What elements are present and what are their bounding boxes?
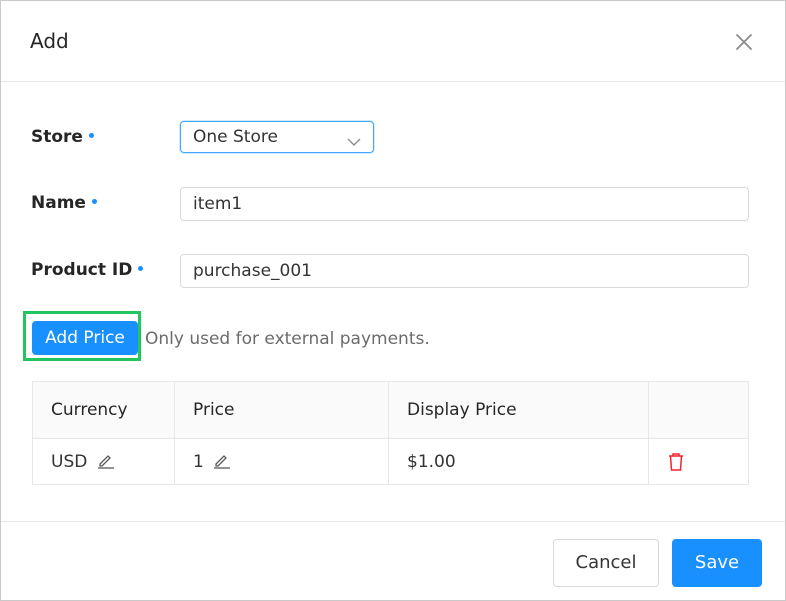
table-header-row: Currency Price Display Price — [32, 381, 749, 439]
product-id-label: Product ID — [31, 260, 144, 280]
column-header-currency: Currency — [32, 381, 175, 439]
dialog-footer: Cancel Save — [1, 521, 785, 601]
store-label-text: Store — [31, 127, 83, 147]
store-select[interactable]: One Store — [180, 121, 374, 153]
dialog-title: Add — [30, 29, 69, 53]
name-input-value: item1 — [193, 194, 243, 214]
column-header-actions — [648, 381, 749, 439]
actions-cell — [648, 438, 749, 485]
save-button[interactable]: Save — [672, 539, 762, 587]
name-input[interactable]: item1 — [180, 187, 749, 221]
add-price-hint: Only used for external payments. — [145, 329, 430, 349]
product-id-input-value: purchase_001 — [193, 261, 312, 281]
table-row: USD 1 $1.00 — [32, 438, 749, 485]
store-label: Store — [31, 127, 94, 147]
column-header-display-price: Display Price — [388, 381, 649, 439]
price-cell: 1 — [174, 438, 389, 485]
cancel-button[interactable]: Cancel — [553, 539, 659, 587]
delete-icon[interactable] — [667, 452, 685, 472]
store-select-value: One Store — [193, 127, 278, 147]
chevron-down-icon — [347, 132, 361, 146]
close-icon[interactable] — [733, 31, 755, 53]
store-row: Store One Store — [31, 121, 749, 155]
edit-icon[interactable] — [97, 451, 115, 469]
name-row: Name item1 — [31, 187, 749, 221]
product-id-row: Product ID purchase_001 — [31, 254, 749, 288]
name-label-text: Name — [31, 193, 86, 213]
dialog-header: Add — [1, 1, 785, 82]
required-dot — [138, 265, 144, 271]
edit-icon[interactable] — [213, 451, 231, 469]
product-id-input[interactable]: purchase_001 — [180, 254, 749, 288]
currency-value: USD — [51, 452, 88, 472]
price-value: 1 — [193, 452, 204, 472]
display-price-cell: $1.00 — [388, 438, 649, 485]
required-dot — [91, 198, 97, 204]
name-label: Name — [31, 193, 97, 213]
add-dialog: Add Store One Store Name item1 Product I… — [0, 0, 786, 601]
product-id-label-text: Product ID — [31, 260, 133, 280]
add-price-button[interactable]: Add Price — [32, 321, 138, 355]
column-header-price: Price — [174, 381, 389, 439]
price-table: Currency Price Display Price USD 1 $1.00 — [32, 381, 749, 485]
required-dot — [88, 132, 94, 138]
currency-cell: USD — [32, 438, 175, 485]
